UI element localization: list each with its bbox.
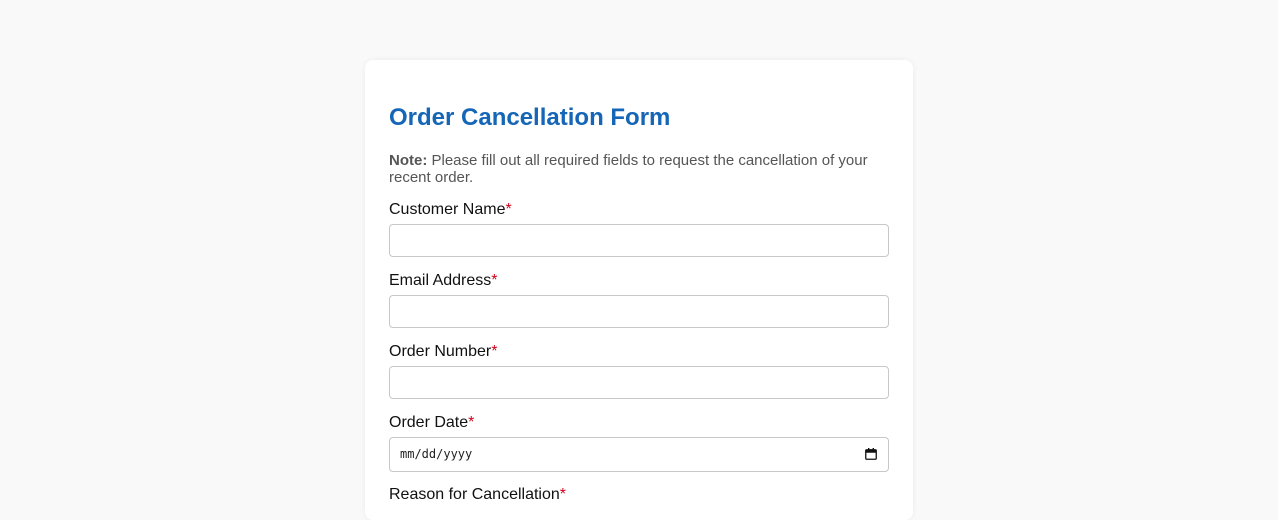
order-date-label-text: Order Date xyxy=(389,414,469,431)
order-number-label: Order Number* xyxy=(389,343,497,361)
required-marker: * xyxy=(491,272,498,289)
form-note: Note: Please fill out all required field… xyxy=(389,152,889,186)
customer-name-input[interactable] xyxy=(389,224,889,257)
required-marker: * xyxy=(468,414,475,431)
customer-name-label: Customer Name* xyxy=(389,201,512,219)
date-placeholder: mm/dd/yyyy xyxy=(400,447,473,461)
reason-label-text: Reason for Cancellation xyxy=(389,486,560,503)
order-date-label: Order Date* xyxy=(389,414,474,432)
reason-for-cancellation-label: Reason for Cancellation* xyxy=(389,486,566,504)
email-address-label-text: Email Address xyxy=(389,272,492,289)
form-title: Order Cancellation Form xyxy=(389,104,671,131)
order-date-input[interactable]: mm/dd/yyyy xyxy=(389,437,889,472)
email-address-input[interactable] xyxy=(389,295,889,328)
required-marker: * xyxy=(505,201,512,218)
note-text: Please fill out all required fields to r… xyxy=(389,152,868,186)
required-marker: * xyxy=(559,486,566,503)
email-address-label: Email Address* xyxy=(389,272,498,290)
order-number-input[interactable] xyxy=(389,366,889,399)
note-label: Note: xyxy=(389,152,428,169)
order-number-label-text: Order Number xyxy=(389,343,492,360)
calendar-icon[interactable] xyxy=(865,448,877,460)
customer-name-label-text: Customer Name xyxy=(389,201,506,218)
required-marker: * xyxy=(491,343,498,360)
order-cancellation-card: Order Cancellation Form Note: Please fil… xyxy=(365,60,913,520)
